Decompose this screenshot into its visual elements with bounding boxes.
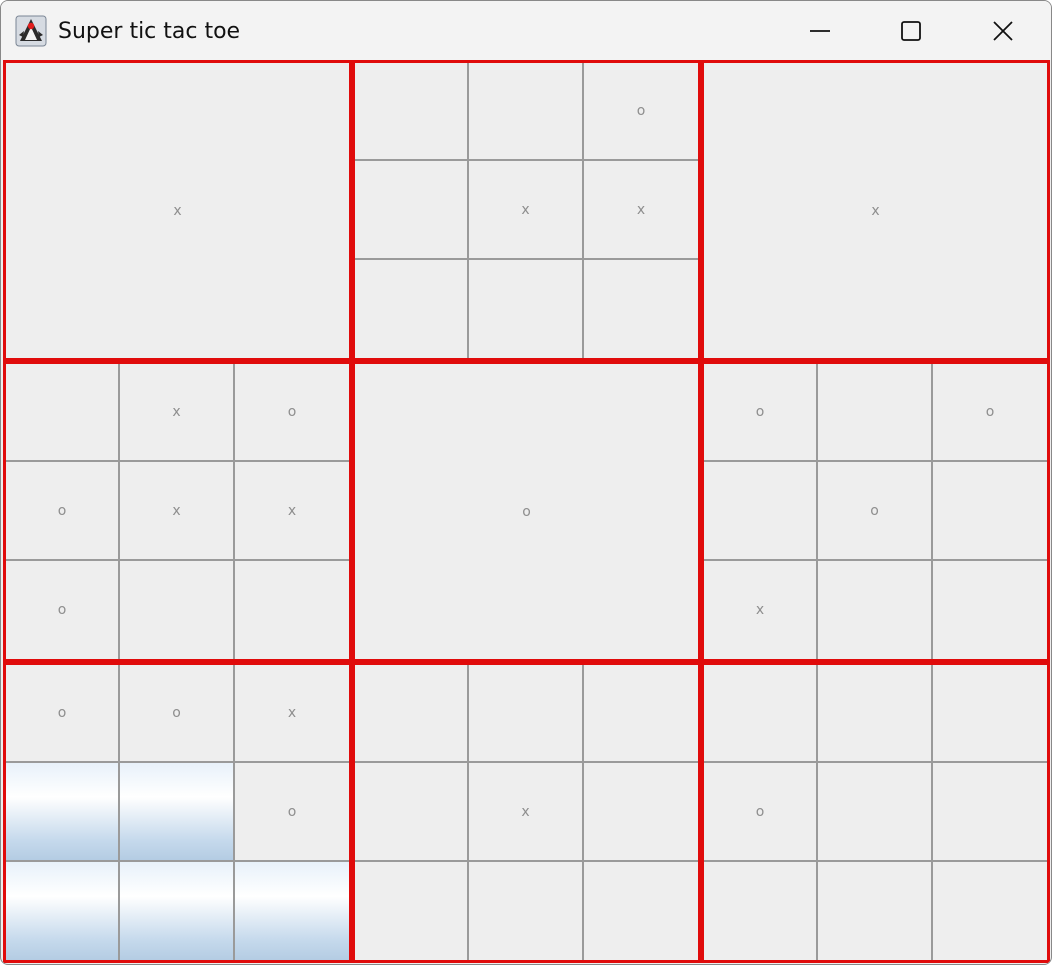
minimize-button[interactable] xyxy=(774,1,866,60)
board-cell[interactable]: x xyxy=(120,364,235,462)
close-icon xyxy=(993,20,1013,41)
board-cell[interactable]: x xyxy=(584,161,698,260)
board-cell[interactable] xyxy=(469,665,584,763)
board-cell[interactable] xyxy=(469,260,584,358)
small-board[interactable]: o xyxy=(701,662,1050,963)
board-cell[interactable]: x xyxy=(120,462,235,561)
maximize-button[interactable] xyxy=(865,1,957,60)
board-cell[interactable] xyxy=(355,763,469,862)
board-cell[interactable]: o xyxy=(933,364,1047,462)
board-cell[interactable] xyxy=(120,561,235,659)
small-board[interactable]: ooox xyxy=(701,361,1050,662)
board-cell[interactable]: o xyxy=(584,63,698,161)
board-winner-mark: x xyxy=(173,202,182,219)
board-cell[interactable] xyxy=(933,862,1047,960)
board-cell[interactable] xyxy=(933,462,1047,561)
board-cell[interactable] xyxy=(584,260,698,358)
small-board: x xyxy=(3,60,352,361)
board-cell[interactable]: x xyxy=(235,462,349,561)
board-cell[interactable] xyxy=(6,364,120,462)
board-cell[interactable] xyxy=(933,763,1047,862)
close-button[interactable] xyxy=(957,1,1049,60)
small-board: o xyxy=(352,361,701,662)
board-cell[interactable]: o xyxy=(235,364,349,462)
board-cell[interactable] xyxy=(235,561,349,659)
board-cell[interactable]: o xyxy=(6,561,120,659)
board-cell[interactable] xyxy=(469,862,584,960)
board-cell[interactable]: x xyxy=(704,561,818,659)
small-board[interactable]: oxx xyxy=(352,60,701,361)
board-cell[interactable] xyxy=(933,665,1047,763)
board-cell[interactable] xyxy=(704,462,818,561)
board-cell[interactable] xyxy=(469,63,584,161)
small-board[interactable]: ooxo xyxy=(3,662,352,963)
board-cell[interactable] xyxy=(818,364,933,462)
maximize-icon xyxy=(901,20,921,41)
window-title: Super tic tac toe xyxy=(58,19,241,44)
board-cell[interactable]: o xyxy=(235,763,349,862)
board-cell[interactable] xyxy=(584,862,698,960)
board-winner-mark: x xyxy=(871,202,880,219)
board-cell[interactable] xyxy=(584,665,698,763)
game-board: xoxxxxooxxoooooxooxoxo xyxy=(3,60,1050,963)
board-cell[interactable]: o xyxy=(6,462,120,561)
board-cell[interactable] xyxy=(355,161,469,260)
board-cell[interactable] xyxy=(818,665,933,763)
board-cell[interactable]: o xyxy=(818,462,933,561)
board-cell[interactable]: o xyxy=(120,665,235,763)
board-cell[interactable] xyxy=(355,260,469,358)
board-cell[interactable] xyxy=(355,862,469,960)
board-cell[interactable] xyxy=(818,763,933,862)
java-duke-icon xyxy=(15,15,47,47)
app-window: Super tic tac toe xoxxxxooxxoooooxooxoxo xyxy=(0,0,1052,965)
board-cell[interactable]: o xyxy=(6,665,120,763)
small-board: x xyxy=(701,60,1050,361)
board-cell[interactable] xyxy=(584,763,698,862)
board-cell[interactable] xyxy=(818,862,933,960)
small-board[interactable]: x xyxy=(352,662,701,963)
small-board[interactable]: xooxxo xyxy=(3,361,352,662)
board-cell[interactable] xyxy=(704,862,818,960)
title-bar[interactable]: Super tic tac toe xyxy=(1,1,1051,60)
board-cell[interactable]: o xyxy=(704,364,818,462)
board-cell[interactable] xyxy=(818,561,933,659)
board-cell[interactable]: x xyxy=(235,665,349,763)
board-cell[interactable] xyxy=(355,63,469,161)
board-cell[interactable] xyxy=(120,763,235,862)
board-cell[interactable] xyxy=(120,862,235,960)
board-cell[interactable] xyxy=(235,862,349,960)
minimize-icon xyxy=(810,29,830,32)
board-cell[interactable] xyxy=(6,763,120,862)
board-winner-mark: o xyxy=(522,503,531,520)
board-cell[interactable] xyxy=(6,862,120,960)
board-cell[interactable] xyxy=(704,665,818,763)
board-cell[interactable] xyxy=(933,561,1047,659)
board-cell[interactable]: x xyxy=(469,161,584,260)
board-cell[interactable]: o xyxy=(704,763,818,862)
board-cell[interactable] xyxy=(355,665,469,763)
board-cell[interactable]: x xyxy=(469,763,584,862)
